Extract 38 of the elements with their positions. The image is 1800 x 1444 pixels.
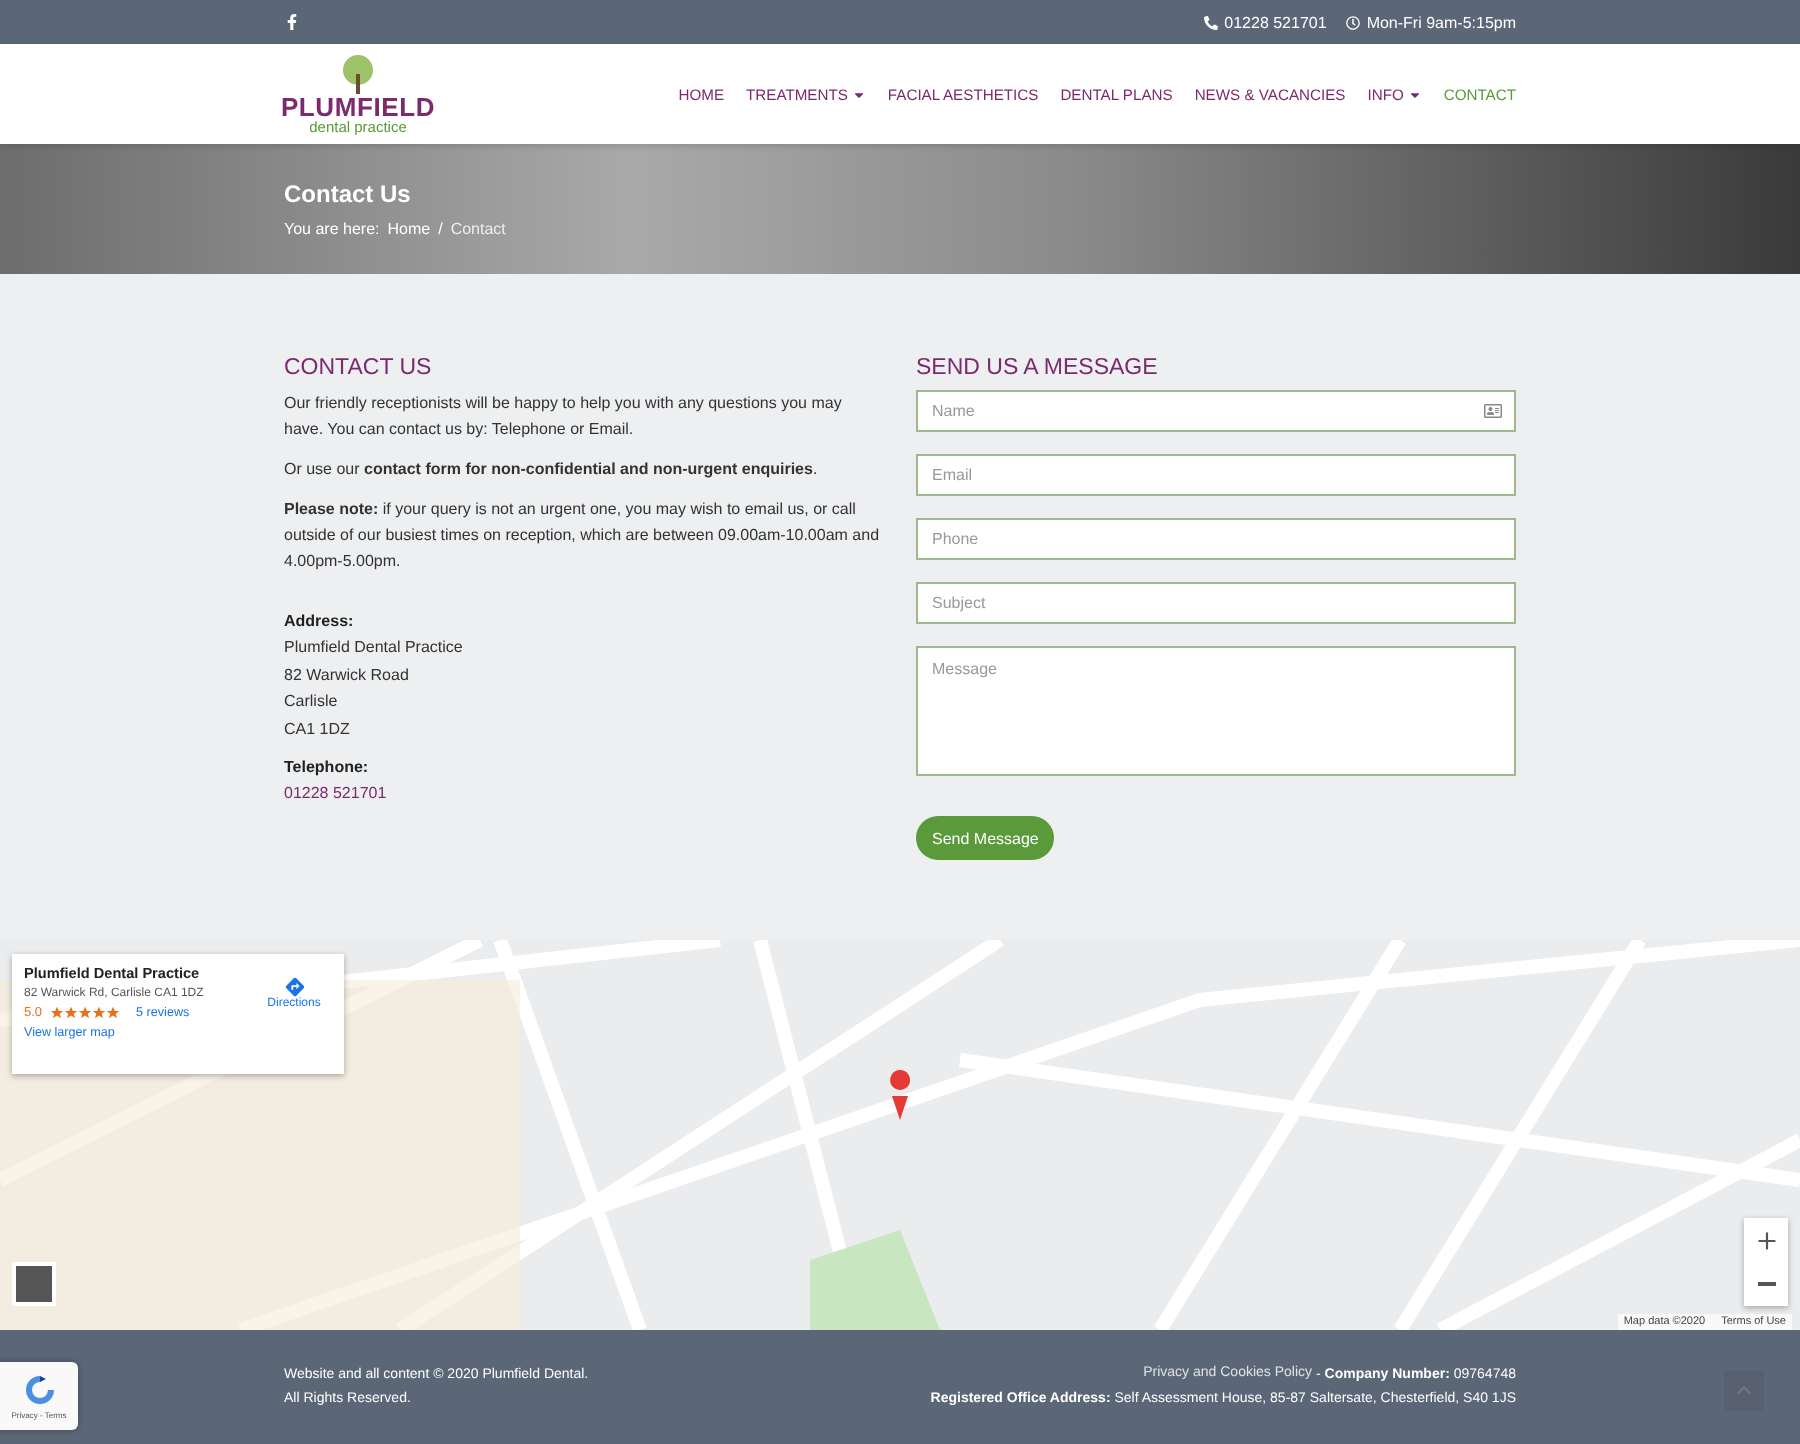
tree-icon xyxy=(338,53,378,94)
breadcrumb-current: Contact xyxy=(450,220,506,238)
phone-icon xyxy=(1204,15,1219,29)
plus-icon xyxy=(1753,1227,1779,1253)
satellite-thumbnail[interactable] xyxy=(12,1262,56,1306)
paragraph: Or use our contact form for non-confidential and non-urgent enquiries. xyxy=(284,458,820,482)
telephone-label: Telephone: xyxy=(284,756,371,780)
input-field[interactable]: Name xyxy=(916,390,1516,432)
input-field[interactable]: Phone xyxy=(916,518,1516,560)
page-title: Contact Us xyxy=(284,180,413,208)
input-field[interactable]: Subject xyxy=(916,582,1516,624)
breadcrumb-label: You are here: xyxy=(284,220,380,238)
logo-name: PLUMFIELD xyxy=(280,93,436,120)
address-line: CA1 1DZ xyxy=(284,717,352,741)
input-field[interactable]: Email xyxy=(916,454,1516,496)
contact-card-icon xyxy=(1484,402,1502,420)
opening-hours: Mon-Fri 9am-5:15pm xyxy=(1346,13,1516,31)
phone-number: 01228 521701 xyxy=(1204,13,1327,31)
facebook-icon[interactable] xyxy=(284,14,300,30)
directions-icon xyxy=(283,976,305,998)
section-heading: SEND US A MESSAGE xyxy=(916,356,1160,380)
message-field[interactable]: Message xyxy=(916,646,1516,776)
address-label: Address: xyxy=(284,610,356,634)
zoom-in-button[interactable] xyxy=(1744,1218,1788,1262)
paragraph: Our friendly receptionists will be happy to help you with any questions you may have. You can contact us by: Telephone or Email. xyxy=(284,392,844,442)
zoom-out-button[interactable] xyxy=(1744,1262,1788,1306)
paragraph: Please note: if your query is not an urgent one, you may wish to email us, or call outside of our busiest times on reception, which are between 09.00am-10.00am and 4.00pm-5.00pm. xyxy=(284,498,880,574)
telephone-link[interactable]: 01228 521701 xyxy=(284,780,880,806)
address-line: Carlisle xyxy=(284,690,340,714)
address-line: Plumfield Dental Practice xyxy=(284,636,465,660)
recaptcha-icon xyxy=(23,1373,55,1405)
section-heading: CONTACT US xyxy=(284,356,434,380)
clock-icon xyxy=(1346,15,1361,29)
caret-icon xyxy=(1407,87,1422,101)
address-line: 82 Warwick Road xyxy=(284,663,411,687)
minus-icon xyxy=(1757,1282,1775,1286)
caret-icon xyxy=(851,87,866,101)
breadcrumb-separator: / xyxy=(438,220,443,238)
